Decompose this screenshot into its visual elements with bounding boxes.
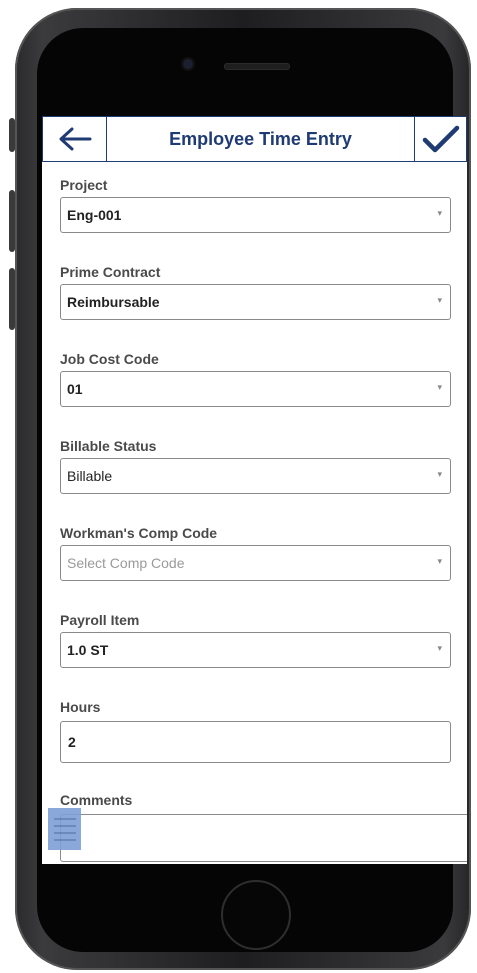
job-cost-code-label: Job Cost Code	[60, 351, 159, 367]
workmans-comp-code-select[interactable]: Select Comp Code ▾	[60, 545, 451, 581]
prime-contract-label: Prime Contract	[60, 264, 161, 280]
prime-contract-select[interactable]: Reimbursable ▾	[60, 284, 451, 320]
hours-input[interactable]: 2	[60, 721, 451, 763]
billable-status-select[interactable]: Billable ▾	[60, 458, 451, 494]
hours-field: Hours 2	[60, 697, 451, 763]
arrow-left-icon	[59, 127, 91, 151]
payroll-item-select[interactable]: 1.0 ST ▾	[60, 632, 451, 668]
comments-label: Comments	[60, 792, 133, 808]
project-label: Project	[60, 177, 108, 193]
checkmark-icon	[422, 125, 459, 153]
billable-status-value: Billable	[67, 468, 113, 484]
chevron-down-icon: ▾	[437, 643, 442, 653]
comments-field: Comments	[60, 790, 451, 810]
mute-switch	[9, 118, 15, 152]
project-select[interactable]: Eng-001 ▾	[60, 197, 451, 233]
comments-textarea[interactable]	[60, 814, 467, 862]
payroll-item-value: 1.0 ST	[67, 642, 109, 658]
volume-down-button	[9, 268, 15, 330]
chevron-down-icon: ▾	[437, 295, 442, 305]
project-field: Project Eng-001 ▾	[60, 175, 451, 233]
page-title: Employee Time Entry	[169, 128, 352, 149]
job-cost-code-select[interactable]: 01 ▾	[60, 371, 451, 407]
workmans-comp-code-field: Workman's Comp Code Select Comp Code ▾	[60, 523, 451, 581]
menu-line	[53, 824, 76, 827]
job-cost-code-value: 01	[67, 381, 83, 397]
project-value: Eng-001	[67, 207, 122, 223]
payroll-item-field: Payroll Item 1.0 ST ▾	[60, 610, 451, 668]
front-camera	[183, 59, 193, 69]
volume-up-button	[9, 190, 15, 252]
menu-line	[53, 831, 76, 834]
earpiece-speaker	[224, 63, 290, 70]
billable-status-field: Billable Status Billable ▾	[60, 436, 451, 494]
payroll-item-label: Payroll Item	[60, 612, 140, 628]
menu-icon[interactable]	[48, 808, 81, 850]
job-cost-code-field: Job Cost Code 01 ▾	[60, 349, 451, 407]
chevron-down-icon: ▾	[437, 556, 442, 566]
prime-contract-value: Reimbursable	[67, 294, 160, 310]
menu-line	[53, 817, 76, 820]
back-button[interactable]	[43, 117, 107, 161]
workmans-comp-code-placeholder: Select Comp Code	[67, 555, 185, 571]
hours-label: Hours	[60, 699, 101, 715]
app-screen: Employee Time Entry Project Eng-001 ▾ Pr…	[42, 116, 467, 864]
prime-contract-field: Prime Contract Reimbursable ▾	[60, 262, 451, 320]
home-button[interactable]	[221, 880, 291, 950]
menu-line	[53, 838, 76, 841]
chevron-down-icon: ▾	[437, 382, 442, 392]
save-button[interactable]	[414, 117, 466, 161]
chevron-down-icon: ▾	[437, 469, 442, 479]
top-navigation-bar: Employee Time Entry	[42, 116, 467, 162]
chevron-down-icon: ▾	[437, 208, 442, 218]
billable-status-label: Billable Status	[60, 438, 157, 454]
workmans-comp-code-label: Workman's Comp Code	[60, 525, 218, 541]
